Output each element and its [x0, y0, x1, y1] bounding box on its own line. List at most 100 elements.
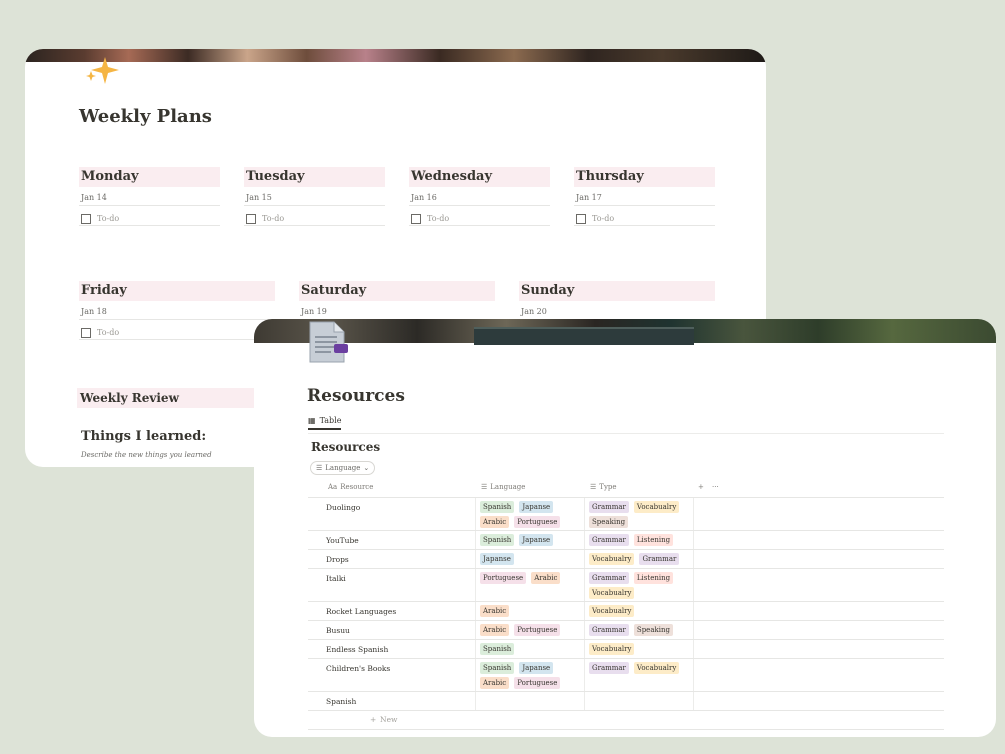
- filter-language-chip[interactable]: ☰ Language ⌄: [310, 461, 376, 475]
- text-type-icon: Aa: [328, 483, 338, 491]
- page-title: Weekly Plans: [79, 106, 212, 127]
- language-tag: Arabic: [480, 624, 510, 636]
- resource-name[interactable]: YouTube: [326, 536, 359, 545]
- table-row[interactable]: Drops Japanse Vocabualry Grammar: [308, 550, 944, 569]
- type-tag: Vocabualry: [589, 643, 635, 655]
- table-row[interactable]: Children's Books Spanish Japanse Arabic Port…: [308, 659, 944, 692]
- type-cell[interactable]: Grammar Speaking: [589, 624, 689, 636]
- list-icon: ☰: [316, 464, 323, 472]
- type-cell[interactable]: Vocabualry: [589, 605, 689, 617]
- column-header-language[interactable]: ☰ Language: [481, 483, 525, 491]
- type-tag: Grammar: [589, 662, 629, 674]
- resource-name[interactable]: Busuu: [326, 626, 350, 635]
- todo-item[interactable]: To-do: [574, 206, 715, 226]
- table-row[interactable]: YouTube Spanish Japanse Grammar Listening: [308, 531, 944, 550]
- column-divider: [584, 602, 585, 620]
- resource-name[interactable]: Rocket Languages: [326, 607, 396, 616]
- language-tag: Japanse: [519, 534, 554, 546]
- resources-table: Aa Resource ☰ Language ☰ Type + ··· Duoling…: [308, 479, 944, 730]
- checkbox[interactable]: [411, 213, 421, 224]
- language-tag: Portuguese: [514, 624, 561, 636]
- day-date: Jan 16: [409, 187, 550, 206]
- new-row-button[interactable]: + New: [308, 711, 944, 730]
- language-cell[interactable]: Spanish Japanse Arabic Portuguese: [480, 501, 580, 528]
- day-monday: Monday Jan 14 To-do: [79, 167, 220, 226]
- day-date: Jan 15: [244, 187, 385, 206]
- column-divider: [475, 659, 476, 691]
- table-row[interactable]: Spanish: [308, 692, 944, 711]
- type-tag: Vocabualry: [633, 501, 680, 513]
- table-row[interactable]: Endless Spanish Spanish Vocabualry: [308, 640, 944, 659]
- resource-name[interactable]: Children's Books: [326, 664, 390, 673]
- type-tag: Listening: [633, 534, 674, 546]
- checkbox[interactable]: [81, 213, 91, 224]
- column-divider: [584, 531, 585, 549]
- column-divider: [693, 659, 694, 691]
- column-divider: [693, 569, 694, 601]
- table-row[interactable]: Italki Portuguese Arabic Grammar Listening Vo…: [308, 569, 944, 602]
- checkbox[interactable]: [246, 213, 256, 224]
- todo-label: To-do: [592, 214, 615, 223]
- day-date: Jan 17: [574, 187, 715, 206]
- column-header-type[interactable]: ☰ Type: [590, 483, 617, 491]
- tab-table[interactable]: ▦ Table: [308, 416, 342, 430]
- checkbox[interactable]: [576, 213, 586, 224]
- type-cell[interactable]: Grammar Listening: [589, 534, 689, 546]
- todo-label: To-do: [97, 214, 120, 223]
- day-name: Tuesday: [244, 167, 385, 187]
- table-header: Aa Resource ☰ Language ☰ Type + ···: [308, 479, 944, 498]
- column-divider: [475, 498, 476, 530]
- checkbox[interactable]: [81, 327, 91, 338]
- type-tag: Grammar: [589, 572, 629, 584]
- type-cell[interactable]: Grammar Listening Vocabualry: [589, 572, 689, 599]
- learned-placeholder[interactable]: Describe the new things you learned: [81, 451, 212, 459]
- language-tag: Arabic: [480, 516, 510, 528]
- more-options-icon[interactable]: ···: [712, 483, 719, 491]
- day-saturday: Saturday Jan 19: [299, 281, 495, 319]
- todo-item[interactable]: To-do: [79, 320, 275, 340]
- type-cell[interactable]: Vocabualry: [589, 643, 689, 655]
- language-cell[interactable]: Portuguese Arabic: [480, 572, 580, 584]
- type-tag: Grammar: [589, 534, 629, 546]
- language-cell[interactable]: Spanish Japanse: [480, 534, 580, 546]
- day-name: Thursday: [574, 167, 715, 187]
- todo-item[interactable]: To-do: [79, 206, 220, 226]
- column-header-resource[interactable]: Aa Resource: [328, 483, 373, 491]
- resource-name[interactable]: Endless Spanish: [326, 645, 388, 654]
- tab-label: Table: [319, 416, 342, 425]
- list-icon: ☰: [481, 483, 488, 491]
- add-column-button[interactable]: +: [698, 483, 704, 491]
- type-cell[interactable]: Grammar Vocabualry: [589, 662, 689, 674]
- resource-name[interactable]: Spanish: [326, 697, 356, 706]
- language-cell[interactable]: Japanse: [480, 553, 580, 565]
- language-cell[interactable]: Spanish Japanse Arabic Portuguese: [480, 662, 580, 689]
- resources-window: Resources ▦ Table Resources ☰ Language ⌄…: [254, 319, 996, 737]
- table-row[interactable]: Busuu Arabic Portuguese Grammar Speaking: [308, 621, 944, 640]
- day-name: Wednesday: [409, 167, 550, 187]
- table-row[interactable]: Duolingo Spanish Japanse Arabic Portuguese Gr…: [308, 498, 944, 531]
- language-cell[interactable]: Arabic: [480, 605, 580, 617]
- table-row[interactable]: Rocket Languages Arabic Vocabualry: [308, 602, 944, 621]
- column-divider: [475, 550, 476, 568]
- document-icon: [309, 321, 348, 363]
- column-divider: [584, 659, 585, 691]
- resource-name[interactable]: Drops: [326, 555, 349, 564]
- day-date: Jan 18: [79, 301, 275, 320]
- resource-name[interactable]: Italki: [326, 574, 346, 583]
- type-cell[interactable]: Vocabualry Grammar: [589, 553, 689, 565]
- type-tag: Grammar: [589, 501, 629, 513]
- resource-name[interactable]: Duolingo: [326, 503, 360, 512]
- language-tag: Spanish: [480, 534, 515, 546]
- todo-item[interactable]: To-do: [409, 206, 550, 226]
- todo-item[interactable]: To-do: [244, 206, 385, 226]
- language-tag: Japanse: [519, 501, 554, 513]
- type-cell[interactable]: Grammar Vocabualry Speaking: [589, 501, 689, 528]
- column-divider: [584, 498, 585, 530]
- sparkle-icon: [86, 57, 119, 84]
- column-divider: [584, 640, 585, 658]
- language-cell[interactable]: Arabic Portuguese: [480, 624, 580, 636]
- day-date: Jan 19: [301, 307, 327, 316]
- language-cell[interactable]: Spanish: [480, 643, 580, 655]
- day-sunday: Sunday Jan 20: [519, 281, 715, 319]
- cover-image: [25, 49, 766, 62]
